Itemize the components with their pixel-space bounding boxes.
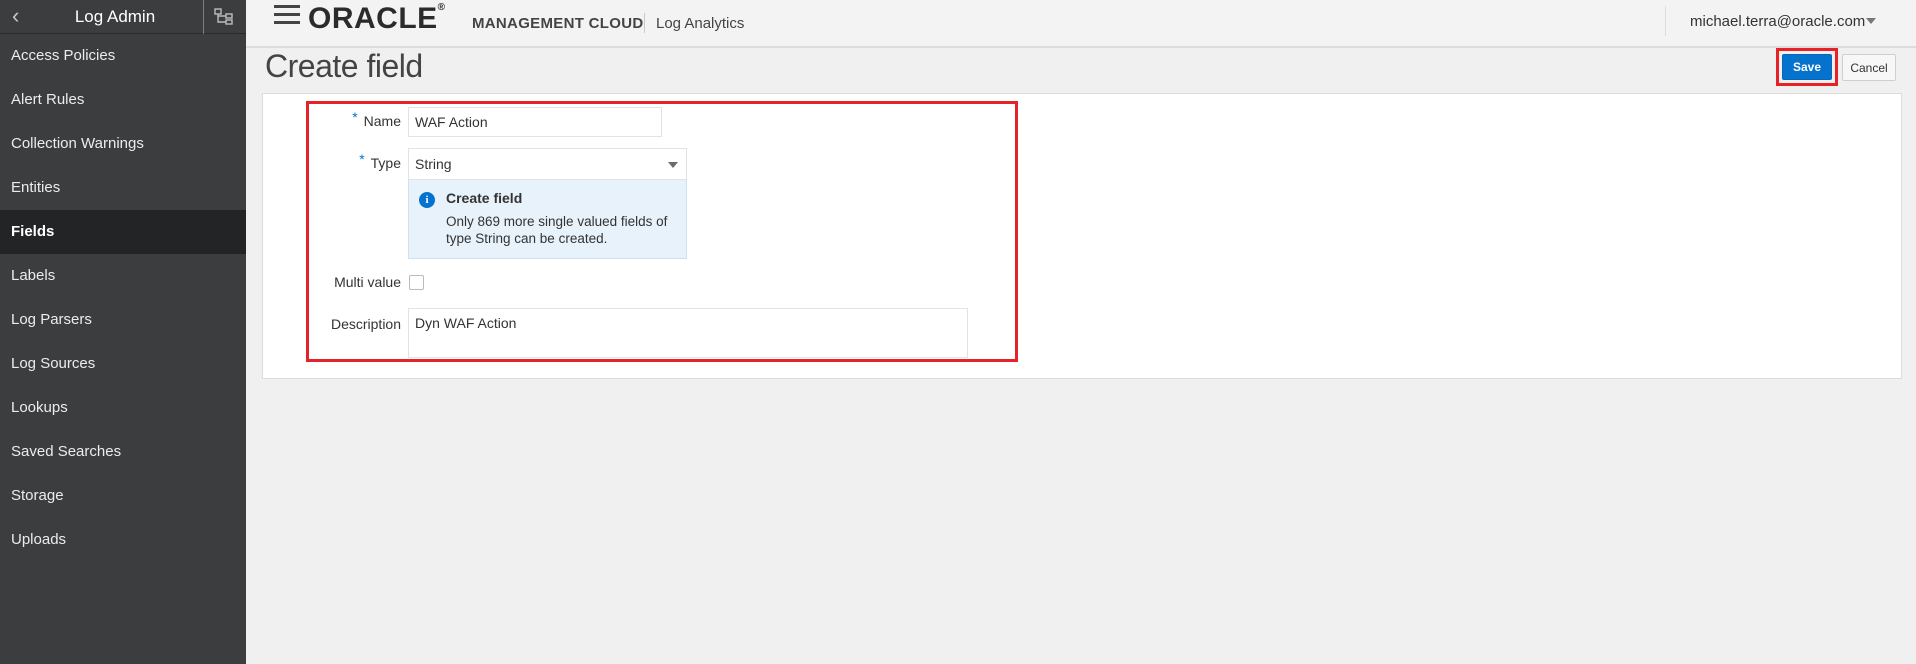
type-select[interactable]: String (408, 148, 687, 180)
type-select-value: String (415, 156, 452, 172)
sidebar-item-uploads[interactable]: Uploads (0, 518, 246, 562)
top-header: ORACLE® MANAGEMENT CLOUD Log Analytics m… (246, 0, 1916, 48)
brand-name: ORACLE (308, 2, 438, 35)
sidebar-item-lookups[interactable]: Lookups (0, 386, 246, 430)
description-label: Description (330, 316, 401, 332)
product-name: MANAGEMENT CLOUD (472, 15, 644, 32)
page-title: Create field (265, 48, 423, 84)
hierarchy-icon[interactable] (214, 8, 234, 26)
sidebar-header-divider (203, 0, 204, 34)
type-label: * Type (330, 151, 401, 171)
description-textarea[interactable]: Dyn WAF Action (408, 308, 968, 358)
app-name: Log Analytics (656, 15, 745, 32)
save-button-highlight: Save (1776, 48, 1838, 86)
hamburger-menu-icon[interactable] (274, 5, 300, 27)
back-chevron-icon[interactable]: ‹ (12, 5, 36, 29)
info-message-title: Create field (446, 190, 523, 206)
sidebar-item-fields[interactable]: Fields (0, 210, 246, 254)
sidebar-nav: Access Policies Alert Rules Collection W… (0, 34, 246, 562)
sidebar-item-collection-warnings[interactable]: Collection Warnings (0, 122, 246, 166)
oracle-logo: ORACLE® (308, 2, 446, 36)
required-marker: * (352, 109, 358, 125)
sidebar-item-log-sources[interactable]: Log Sources (0, 342, 246, 386)
multi-value-checkbox[interactable] (409, 275, 424, 290)
name-label: * Name (330, 109, 401, 129)
user-menu-divider (1665, 6, 1666, 36)
header-divider (644, 13, 645, 33)
user-menu[interactable]: michael.terra@oracle.com (1690, 13, 1865, 30)
type-label-text: Type (370, 155, 401, 171)
sidebar-item-access-policies[interactable]: Access Policies (0, 34, 246, 78)
registered-mark: ® (437, 2, 446, 13)
sidebar-item-log-parsers[interactable]: Log Parsers (0, 298, 246, 342)
sidebar-title: Log Admin (74, 7, 156, 26)
info-message-text: Only 869 more single valued fields of ty… (446, 214, 668, 246)
name-input[interactable]: WAF Action (408, 107, 662, 137)
info-icon: i (419, 192, 435, 208)
cancel-button[interactable]: Cancel (1842, 54, 1896, 81)
sidebar: ‹ Log Admin Access Policies Alert Rules … (0, 0, 246, 664)
sidebar-item-saved-searches[interactable]: Saved Searches (0, 430, 246, 474)
info-message: i Create field Only 869 more single valu… (408, 180, 687, 259)
chevron-down-icon[interactable] (668, 162, 678, 168)
sidebar-header: ‹ Log Admin (0, 0, 246, 34)
multi-value-label: Multi value (334, 274, 401, 290)
sidebar-item-labels[interactable]: Labels (0, 254, 246, 298)
sidebar-item-entities[interactable]: Entities (0, 166, 246, 210)
name-label-text: Name (363, 113, 401, 129)
sidebar-item-storage[interactable]: Storage (0, 474, 246, 518)
required-marker: * (359, 151, 365, 167)
user-menu-caret-icon[interactable] (1866, 18, 1876, 24)
save-button[interactable]: Save (1782, 54, 1832, 80)
sidebar-item-alert-rules[interactable]: Alert Rules (0, 78, 246, 122)
